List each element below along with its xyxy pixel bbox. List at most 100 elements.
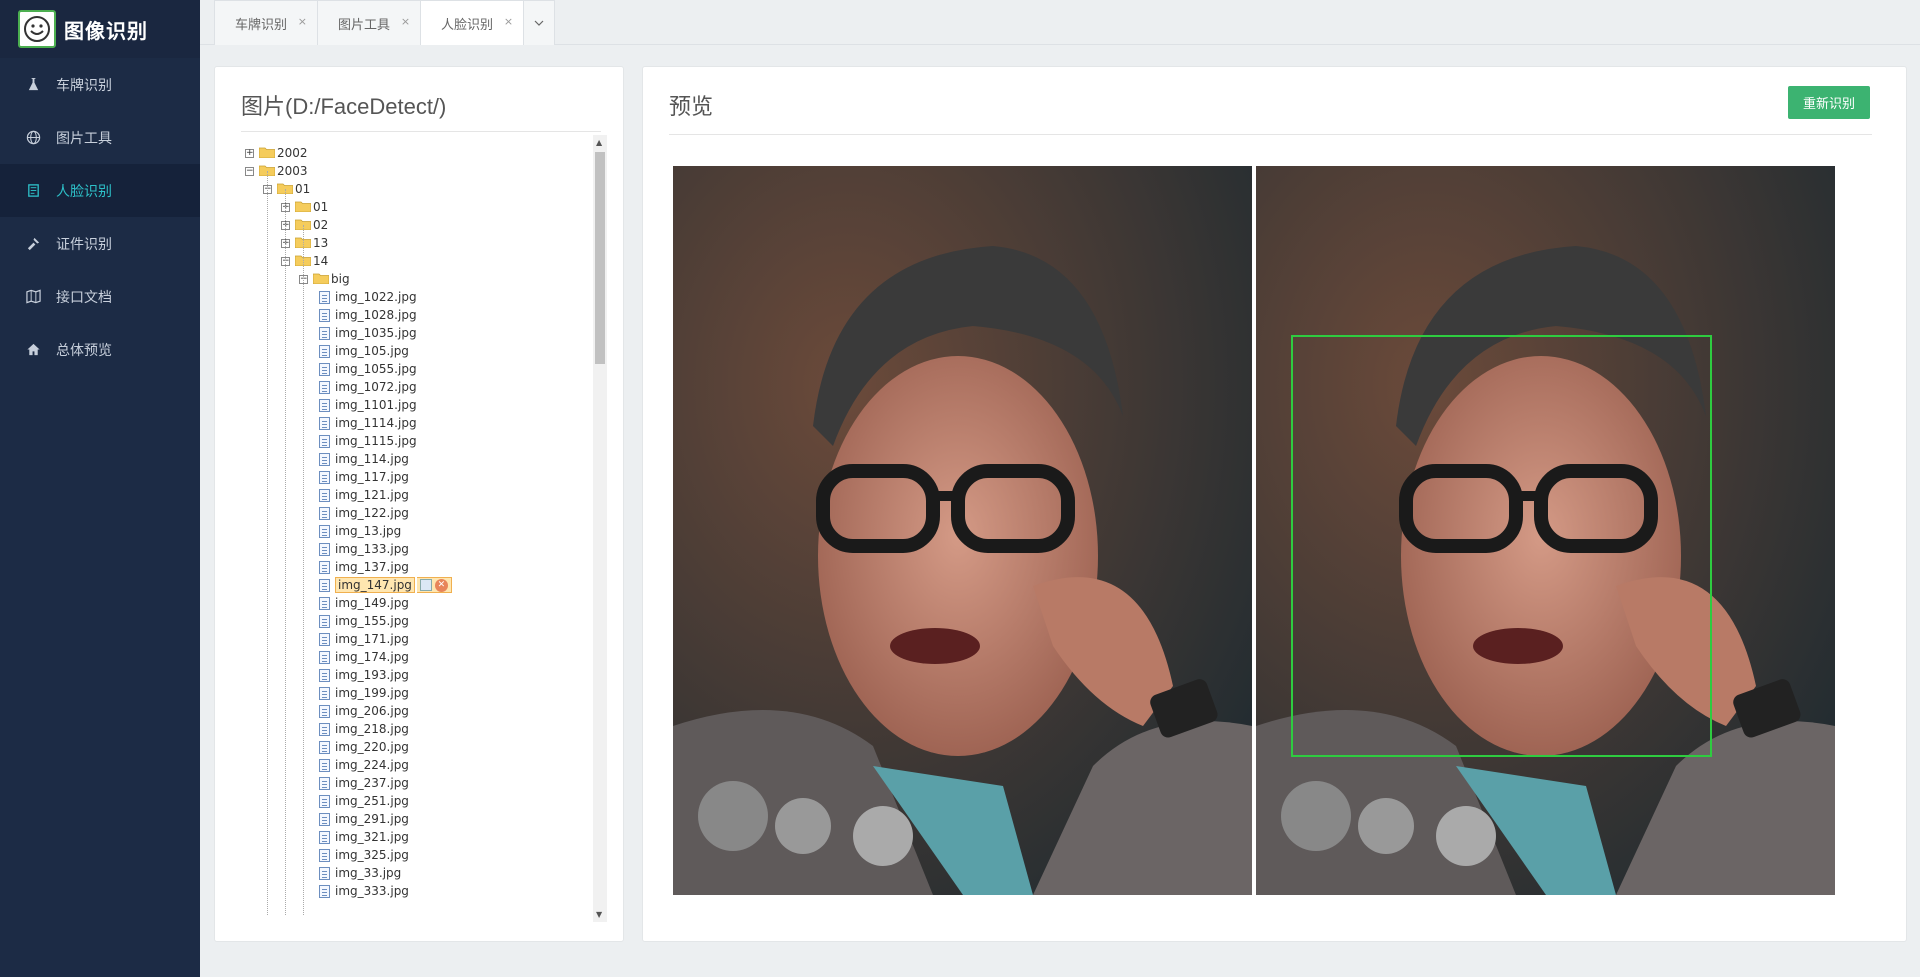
- tree-folder-label: 01: [295, 182, 311, 196]
- file-tree: +2002−2003−01 +01 +02 +13−14− big img_1022.jp…: [245, 135, 608, 922]
- tree-file[interactable]: img_220.jpg: [319, 738, 409, 756]
- tree-file[interactable]: img_218.jpg: [319, 720, 409, 738]
- folder-icon: [312, 272, 331, 287]
- tab-label: 人脸识别: [441, 17, 494, 33]
- sidebar-item-face-recognition[interactable]: 人脸识别: [0, 164, 200, 217]
- preview-title: 预览: [669, 94, 714, 119]
- tree-file[interactable]: img_1072.jpg: [319, 378, 417, 396]
- tree-file-label: img_218.jpg: [335, 722, 409, 736]
- tree-file[interactable]: img_13.jpg: [319, 522, 401, 540]
- sidebar-item-overview[interactable]: 总体预览: [0, 323, 200, 376]
- folder-icon: [294, 218, 313, 233]
- sidebar-item-id-recognition[interactable]: 证件识别: [0, 217, 200, 270]
- close-icon[interactable]: ×: [298, 15, 307, 28]
- sidebar-item-image-tools[interactable]: 图片工具: [0, 111, 200, 164]
- tree-file[interactable]: img_224.jpg: [319, 756, 409, 774]
- file-icon: [319, 488, 330, 502]
- tree-file[interactable]: img_147.jpg ✕: [319, 576, 452, 594]
- tree-file[interactable]: img_171.jpg: [319, 630, 409, 648]
- tree-file[interactable]: img_251.jpg: [319, 792, 409, 810]
- tree-file-label: img_237.jpg: [335, 776, 409, 790]
- tree-file[interactable]: img_333.jpg: [319, 882, 409, 900]
- sidebar-item-plate-recognition[interactable]: 车牌识别: [0, 58, 200, 111]
- file-icon: [319, 434, 330, 448]
- file-icon: [319, 308, 330, 322]
- tab-image-tools[interactable]: 图片工具 ×: [317, 0, 421, 45]
- tab-plate-recognition[interactable]: 车牌识别 ×: [214, 0, 318, 45]
- tree-file[interactable]: img_117.jpg: [319, 468, 409, 486]
- tree-file-label: img_133.jpg: [335, 542, 409, 556]
- tree-file[interactable]: img_33.jpg: [319, 864, 401, 882]
- file-icon: [319, 740, 330, 754]
- tree-file[interactable]: img_1055.jpg: [319, 360, 417, 378]
- expand-icon[interactable]: +: [245, 148, 254, 158]
- brand[interactable]: 图像识别: [0, 0, 200, 58]
- tree-file[interactable]: img_291.jpg: [319, 810, 409, 828]
- edit-icon[interactable]: [419, 579, 432, 591]
- tree-file-label: img_193.jpg: [335, 668, 409, 682]
- scroll-up-icon[interactable]: ▲: [596, 138, 602, 147]
- tree-folder-label: 2003: [277, 164, 308, 178]
- tree-folder[interactable]: − 2003: [245, 162, 308, 180]
- tree-file[interactable]: img_1028.jpg: [319, 306, 417, 324]
- scroll-down-icon[interactable]: ▼: [596, 910, 602, 919]
- tree-file-label: img_1055.jpg: [335, 362, 417, 376]
- file-icon: [319, 830, 330, 844]
- file-icon: [319, 524, 330, 538]
- tree-file-label: img_1101.jpg: [335, 398, 417, 412]
- tab-dropdown-button[interactable]: [523, 0, 556, 45]
- tree-file[interactable]: img_321.jpg: [319, 828, 409, 846]
- folder-icon: [258, 146, 277, 161]
- tree-file[interactable]: img_193.jpg: [319, 666, 409, 684]
- tree-file[interactable]: img_1022.jpg: [319, 288, 417, 306]
- tree-file[interactable]: img_1035.jpg: [319, 324, 417, 342]
- file-icon: [319, 776, 330, 790]
- tree-folder[interactable]: +01: [281, 198, 328, 216]
- close-icon[interactable]: ×: [504, 15, 513, 28]
- tree-file[interactable]: img_325.jpg: [319, 846, 409, 864]
- tree-file[interactable]: img_121.jpg: [319, 486, 409, 504]
- tree-file[interactable]: img_155.jpg: [319, 612, 409, 630]
- chevron-down-icon: [534, 20, 544, 26]
- tree-folder[interactable]: −01: [263, 180, 310, 198]
- map-icon: [24, 288, 42, 306]
- face-bounding-box: [1291, 335, 1712, 757]
- close-icon[interactable]: ×: [401, 15, 410, 28]
- file-icon: [319, 398, 330, 412]
- tree-file[interactable]: img_133.jpg: [319, 540, 409, 558]
- tree-folder[interactable]: +02: [281, 216, 328, 234]
- file-icon: [319, 884, 330, 898]
- tree-file[interactable]: img_199.jpg: [319, 684, 409, 702]
- scroll-thumb[interactable]: [595, 152, 605, 364]
- tab-bar: 车牌识别 × 图片工具 × 人脸识别 ×: [200, 0, 1920, 45]
- tree-file[interactable]: img_1115.jpg: [319, 432, 417, 450]
- delete-icon[interactable]: ✕: [434, 578, 448, 592]
- collapse-icon[interactable]: −: [245, 166, 254, 176]
- tree-file[interactable]: img_174.jpg: [319, 648, 409, 666]
- tree-folder[interactable]: − big: [299, 270, 350, 288]
- tree-folder[interactable]: +13: [281, 234, 328, 252]
- tree-file[interactable]: img_105.jpg: [319, 342, 409, 360]
- sidebar-item-label: 车牌识别: [56, 77, 112, 94]
- file-icon: [319, 560, 330, 574]
- tree-file[interactable]: img_1114.jpg: [319, 414, 417, 432]
- file-icon: [319, 470, 330, 484]
- tree-file[interactable]: img_137.jpg: [319, 558, 409, 576]
- tree-file-label: img_1035.jpg: [335, 326, 417, 340]
- tree-file[interactable]: img_1101.jpg: [319, 396, 417, 414]
- file-icon: [319, 344, 330, 358]
- tree-guide-line: [303, 225, 304, 915]
- tab-face-recognition[interactable]: 人脸识别 ×: [420, 0, 524, 45]
- tree-file[interactable]: img_149.jpg: [319, 594, 409, 612]
- tree-file-label: img_1114.jpg: [335, 416, 417, 430]
- re-recognize-button[interactable]: 重新识别: [1788, 86, 1870, 119]
- tree-file[interactable]: img_122.jpg: [319, 504, 409, 522]
- tree-folder[interactable]: −14: [281, 252, 328, 270]
- sidebar-item-api-docs[interactable]: 接口文档: [0, 270, 200, 323]
- tree-file[interactable]: img_206.jpg: [319, 702, 409, 720]
- tree-file[interactable]: img_237.jpg: [319, 774, 409, 792]
- tree-file[interactable]: img_114.jpg: [319, 450, 409, 468]
- tree-folder[interactable]: +2002: [245, 144, 308, 162]
- tree-scrollbar[interactable]: ▲ ▼: [593, 135, 607, 922]
- tree-file-label: img_147.jpg: [335, 577, 415, 593]
